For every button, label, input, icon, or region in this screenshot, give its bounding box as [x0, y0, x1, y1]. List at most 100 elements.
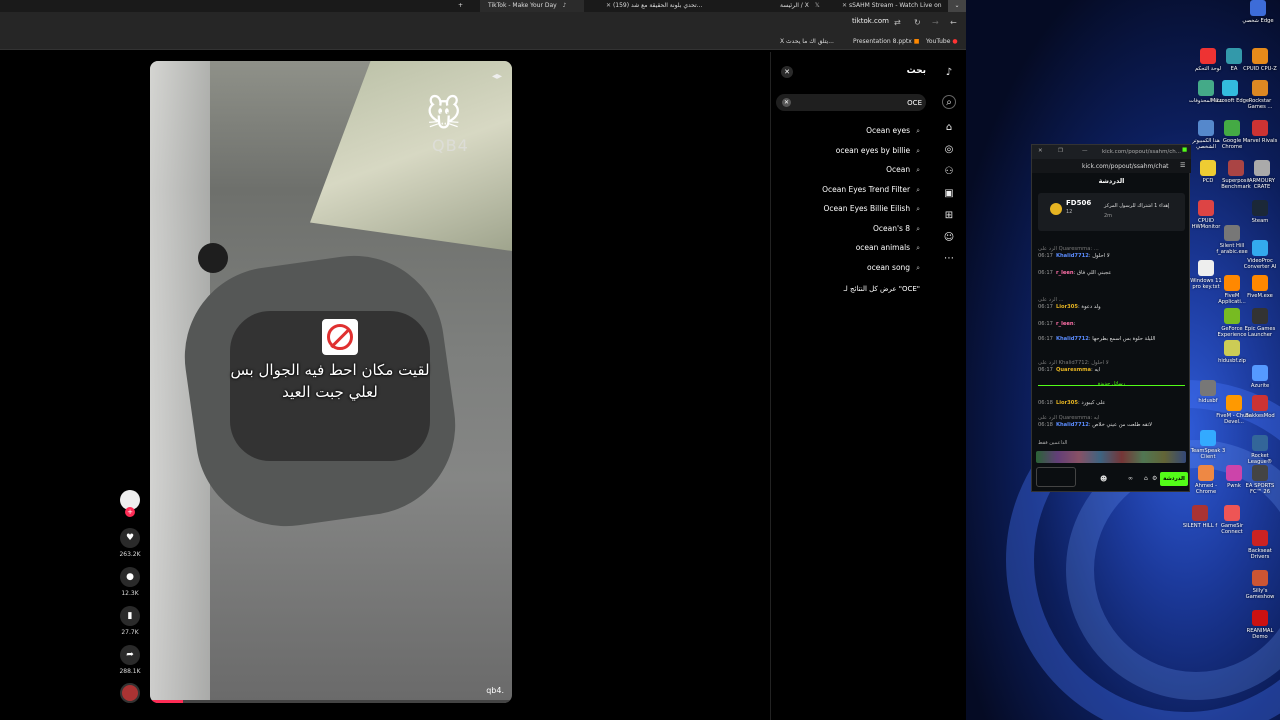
reload-icon[interactable]: ↻ [914, 18, 921, 27]
site-settings-icon[interactable]: ⇄ [894, 18, 901, 27]
desktop-icon[interactable]: ARMOURY CRATE [1242, 160, 1280, 190]
desktop-icon[interactable]: Rockstar Games ... [1240, 80, 1280, 110]
suggestion-item[interactable]: Ocean ⌕ [886, 165, 920, 175]
desktop-icon[interactable]: hidusbf.zip [1212, 340, 1252, 364]
message-time: 06:17 [1038, 252, 1053, 259]
message-time: 06:17 [1038, 336, 1053, 342]
live-icon[interactable]: ▣ [942, 187, 956, 201]
store-icon[interactable]: ⌂ [1144, 475, 1148, 482]
forward-arrow-icon[interactable]: → [932, 18, 939, 27]
nav-rail: ♪ ⌕ ⌂ ◎ ⚇ ▣ ⊞ ☺ ⋯ [932, 52, 966, 720]
message-user[interactable]: Lior305 [1056, 304, 1078, 310]
chat-send-button[interactable]: الدردشة [1160, 472, 1188, 486]
chat-input[interactable] [1036, 467, 1076, 487]
suggestion-item[interactable]: ocean eyes by billie ⌕ [836, 146, 920, 156]
message-text: على كيبورد [1081, 400, 1106, 406]
profile-icon[interactable]: ☺ [942, 231, 956, 245]
search-input[interactable] [796, 96, 922, 109]
comment-button[interactable]: ● 12.3K [118, 567, 142, 597]
tab-x[interactable]: الرئيسة / X 𝕏 [780, 0, 830, 12]
suggestion-item[interactable]: Ocean Eyes Billie Eilish ⌕ [823, 204, 920, 214]
emote-bar[interactable] [1036, 451, 1186, 463]
message-time: 06:18 [1038, 400, 1053, 406]
desktop-icon[interactable]: TeamSpeak 3 Client [1188, 430, 1228, 460]
tab-youtube[interactable]: ✕ (159) تحدي بلونة الحقيقة مع شد... [594, 0, 718, 12]
desktop-icon[interactable]: REANIMAL Demo [1240, 610, 1280, 640]
explore-compass-icon[interactable]: ◎ [942, 143, 956, 157]
emoji-icon[interactable]: ☻ [1100, 475, 1107, 483]
video-progress-bar[interactable] [150, 700, 512, 703]
desktop-icon[interactable]: Azurite [1240, 365, 1280, 389]
back-arrow-icon[interactable]: ← [950, 18, 957, 27]
search-box[interactable]: ✕ [776, 94, 926, 111]
tiktok-logo-icon[interactable]: ♪ [942, 66, 956, 80]
follow-plus-icon[interactable]: + [125, 507, 135, 517]
search-icon[interactable]: ⌕ [942, 95, 956, 109]
restore-icon[interactable]: ❐ [1058, 148, 1063, 154]
desktop-icon[interactable]: Steam [1240, 200, 1280, 224]
desktop-icon[interactable]: FiveM.exe [1240, 275, 1280, 299]
desktop-icon[interactable]: Silly's Gameshow [1240, 570, 1280, 600]
desktop-icon[interactable]: EA SPORTS FC™ 26 [1240, 465, 1280, 495]
suggestion-item[interactable]: Ocean Eyes Trend Filter ⌕ [822, 185, 920, 195]
save-button[interactable]: ▮ 27.7K [118, 606, 142, 636]
message-user[interactable]: r_leen [1056, 321, 1074, 327]
desktop-icon[interactable]: Rocket League® [1240, 435, 1280, 465]
close-icon[interactable]: ✕ [842, 2, 847, 9]
show-all-results-link[interactable]: عرض كل النتائج لـ "OCE" [844, 285, 920, 293]
desktop-icon[interactable]: VideoProc Converter AI [1240, 240, 1280, 270]
close-icon[interactable]: ✕ [1038, 148, 1043, 154]
bookmark-youtube[interactable]: YouTube ● [926, 38, 958, 45]
tab-kick[interactable]: ✕ sSAHM Stream - Watch Live on [836, 0, 942, 12]
message-user[interactable]: Quaresmma [1056, 367, 1091, 373]
message-user[interactable]: Khalid7712 [1056, 422, 1089, 428]
suggestion-item[interactable]: ocean animals ⌕ [856, 243, 920, 253]
desktop-icon[interactable]: BakkesMod [1240, 395, 1280, 419]
desktop-icon[interactable]: Marvel Rivals [1240, 120, 1280, 144]
suggestion-item[interactable]: ocean song ⌕ [867, 263, 920, 273]
desktop-icon[interactable]: Epic Games Launcher [1240, 308, 1280, 338]
settings-gear-icon[interactable]: ⚙ [1152, 475, 1157, 482]
suggestion-item[interactable]: Ocean eyes ⌕ [866, 126, 920, 136]
suggestion-item[interactable]: Ocean's 8 ⌕ [873, 224, 920, 234]
music-disc-avatar[interactable] [120, 683, 140, 703]
desktop-icon[interactable]: CPUID CPU-Z [1240, 48, 1280, 72]
address-bar[interactable]: tiktok.com [852, 17, 889, 25]
chat-message: 06:18 Lior305: على كيبورد [1038, 400, 1106, 406]
close-icon[interactable]: ✕ [606, 2, 611, 9]
tab-menu-chevron-icon[interactable]: ⌄ [948, 0, 966, 12]
video-scene-knob [198, 243, 228, 273]
video-player[interactable]: 🐭 QB4 ◂▸ لقيت مكان احط فيه الجوال بس لعل… [150, 61, 512, 703]
following-icon[interactable]: ⚇ [942, 165, 956, 179]
minimize-icon[interactable]: — [1082, 148, 1088, 154]
message-user[interactable]: Khalid7712 [1056, 253, 1089, 259]
desktop-icon[interactable]: Backseat Drivers [1240, 530, 1280, 560]
bookmark-presentation[interactable]: Presentation 8.pptx ■ [853, 38, 919, 45]
upload-icon[interactable]: ⊞ [942, 209, 956, 223]
message-user[interactable]: Khalid7712 [1056, 336, 1089, 342]
desktop-icon-label: Steam [1251, 218, 1269, 224]
bits-icon[interactable]: ∞ [1128, 475, 1133, 482]
search-icon: ⌕ [916, 225, 920, 233]
app-icon [1200, 160, 1216, 176]
share-button[interactable]: ➦ 288.1K [118, 645, 142, 675]
close-search-icon[interactable]: ✕ [781, 66, 793, 78]
message-user[interactable]: Lior305 [1056, 400, 1078, 406]
desktop-icon[interactable]: شخصي Edge [1238, 0, 1278, 24]
app-icon [1252, 465, 1268, 481]
like-button[interactable]: ♥ 263.2K [118, 528, 142, 558]
popup-title: kick.com/popout/ssahm/ch... [1102, 149, 1182, 155]
more-icon[interactable]: ⋯ [942, 252, 956, 266]
new-tab-button[interactable]: + [458, 0, 478, 12]
clear-search-icon[interactable]: ✕ [782, 98, 791, 107]
home-icon[interactable]: ⌂ [942, 121, 956, 135]
search-icon: ⌕ [916, 205, 920, 213]
new-messages-label: رسائل جديدة [1097, 381, 1126, 387]
bookmark-x[interactable]: X يتلق اك ما يحدث... [780, 38, 834, 45]
menu-icon[interactable]: ☰ [1180, 162, 1185, 169]
app-icon [1252, 120, 1268, 136]
popup-url[interactable]: kick.com/popout/ssahm/chat [1082, 163, 1169, 170]
mute-icon[interactable]: ◂▸ [492, 71, 502, 82]
tab-tiktok[interactable]: TikTok - Make Your Day ♪ [480, 0, 584, 12]
message-user[interactable]: r_leen [1056, 270, 1074, 276]
